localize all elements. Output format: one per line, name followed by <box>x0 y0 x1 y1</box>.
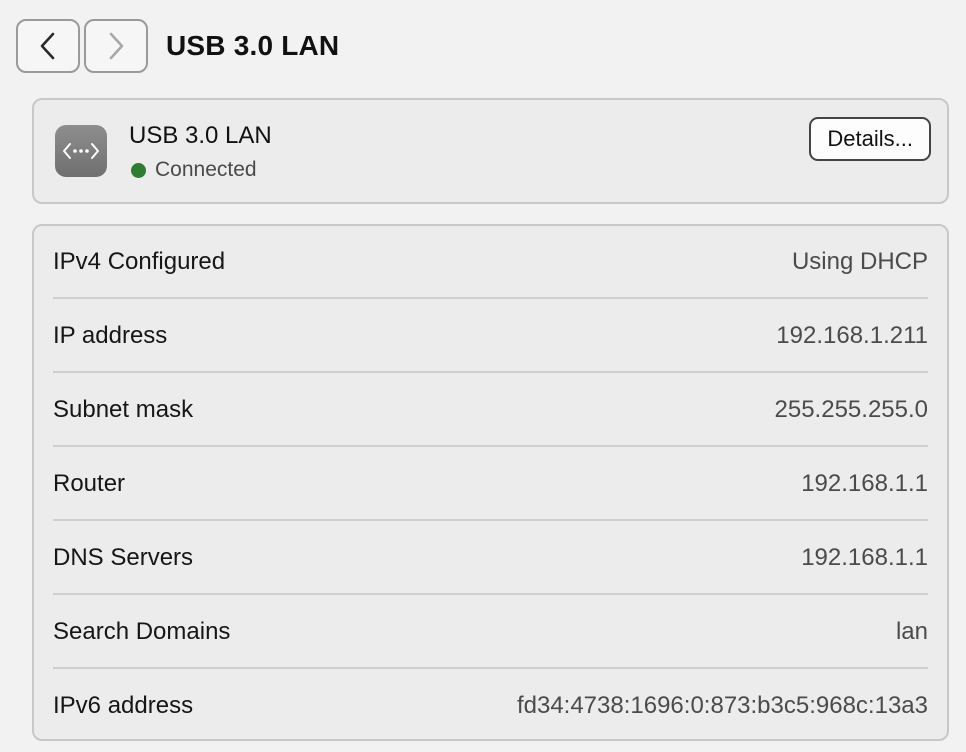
info-row-ipv6-address: IPv6 address fd34:4738:1696:0:873:b3c5:9… <box>53 670 928 742</box>
info-row-subnet-mask: Subnet mask 255.255.255.0 <box>53 374 928 446</box>
row-value: fd34:4738:1696:0:873:b3c5:968c:13a3 <box>516 692 928 719</box>
row-value: 192.168.1.1 <box>801 544 928 571</box>
row-label: Subnet mask <box>53 396 194 423</box>
row-divider <box>53 445 928 447</box>
row-label: Search Domains <box>53 618 231 645</box>
details-button[interactable]: Details... <box>809 117 931 161</box>
row-value: 255.255.255.0 <box>774 396 928 423</box>
row-label: DNS Servers <box>53 544 194 571</box>
forward-button[interactable] <box>84 19 148 73</box>
row-label: IPv6 address <box>53 692 194 719</box>
interface-header-card: USB 3.0 LAN Connected Details... <box>32 98 949 204</box>
row-divider <box>53 667 928 669</box>
row-divider <box>53 371 928 373</box>
page-title: USB 3.0 LAN <box>166 30 340 61</box>
row-divider <box>53 519 928 521</box>
toolbar: USB 3.0 LAN <box>16 17 339 75</box>
info-row-search-domains: Search Domains lan <box>53 596 928 668</box>
info-row-ipv4-configured: IPv4 Configured Using DHCP <box>53 226 928 298</box>
row-value: 192.168.1.1 <box>801 470 928 497</box>
chevron-left-icon <box>40 32 55 60</box>
network-dots-icon <box>55 125 107 177</box>
interface-name: USB 3.0 LAN <box>129 122 272 149</box>
row-label: IPv4 Configured <box>53 248 226 275</box>
row-value: Using DHCP <box>791 248 928 275</box>
row-label: IP address <box>53 322 168 349</box>
chevron-right-icon <box>109 32 124 60</box>
back-button[interactable] <box>16 19 80 73</box>
info-row-ip-address: IP address 192.168.1.211 <box>53 300 928 372</box>
connection-status: Connected <box>131 158 257 182</box>
info-row-dns-servers: DNS Servers 192.168.1.1 <box>53 522 928 594</box>
row-value: lan <box>895 618 928 645</box>
network-info-card: IPv4 Configured Using DHCP IP address 19… <box>32 224 949 741</box>
row-value: 192.168.1.211 <box>776 322 928 349</box>
row-divider <box>53 297 928 299</box>
info-row-router: Router 192.168.1.1 <box>53 448 928 520</box>
status-dot-icon <box>131 162 146 178</box>
row-label: Router <box>53 470 126 497</box>
status-text: Connected <box>155 158 257 181</box>
row-divider <box>53 593 928 595</box>
